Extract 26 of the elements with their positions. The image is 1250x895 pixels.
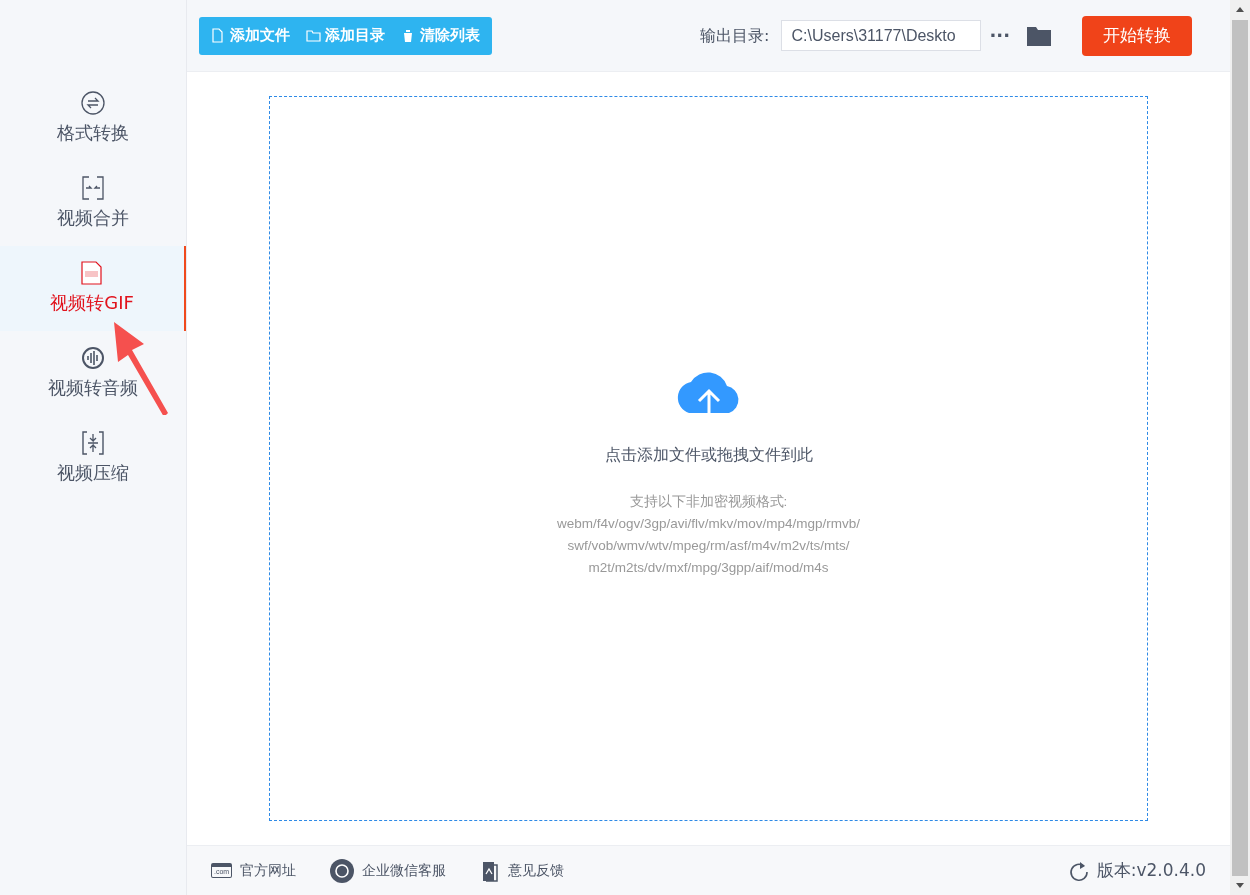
file-icon bbox=[211, 28, 226, 43]
folder-icon[interactable] bbox=[1026, 24, 1052, 47]
folder-icon bbox=[306, 28, 321, 43]
footer-link[interactable]: 意见反馈 bbox=[480, 858, 565, 883]
version-text: 版本:v2.0.4.0 bbox=[1096, 858, 1206, 882]
sidebar-item[interactable]: 格式转换 bbox=[0, 76, 186, 161]
drop-zone[interactable]: 点击添加文件或拖拽文件到此 支持以下非加密视频格式: webm/f4v/ogv/3gp/avi/flv/mkv/mov/mp4/mgp/rmvb/ swf/vob/wmv/wtv/mpeg/rm/asf/m4v/m2v/ts/mts/ m2t/m2ts/dv/mxf/mpg/3gpp/aif/mod/m4s bbox=[269, 96, 1148, 821]
footer-link[interactable]: 企业微信客服 bbox=[330, 858, 447, 883]
start-button[interactable]: 开始转换 bbox=[1082, 15, 1192, 56]
more-button[interactable]: ··· bbox=[989, 22, 1010, 49]
formats-text: m2t/m2ts/dv/mxf/mpg/3gpp/aif/mod/m4s bbox=[588, 558, 829, 577]
compress-icon bbox=[81, 431, 105, 455]
audio-wave-icon bbox=[81, 346, 105, 370]
swap-icon bbox=[81, 91, 105, 115]
gif-file-icon bbox=[80, 261, 104, 285]
drop-prompt: 点击添加文件或拖拽文件到此 bbox=[604, 443, 813, 466]
formats-title: 支持以下非加密视频格式: bbox=[629, 492, 788, 511]
sidebar-item[interactable]: 视频压缩 bbox=[0, 416, 186, 501]
sidebar-item[interactable]: 视频转GIF bbox=[0, 246, 186, 331]
output-path-field[interactable]: C:\Users\31177\Deskto bbox=[781, 20, 982, 51]
sidebar-item[interactable]: 视频合并 bbox=[0, 161, 186, 246]
formats-text: webm/f4v/ogv/3gp/avi/flv/mkv/mov/mp4/mgp/rmvb/ bbox=[556, 514, 861, 533]
merge-icon bbox=[81, 176, 105, 200]
output-label: 输出目录: bbox=[700, 24, 770, 47]
formats-text: swf/vob/wmv/wtv/mpeg/rm/asf/m4v/m2v/ts/mts/ bbox=[567, 536, 850, 555]
sidebar-item[interactable]: 视频转音频 bbox=[0, 331, 186, 416]
